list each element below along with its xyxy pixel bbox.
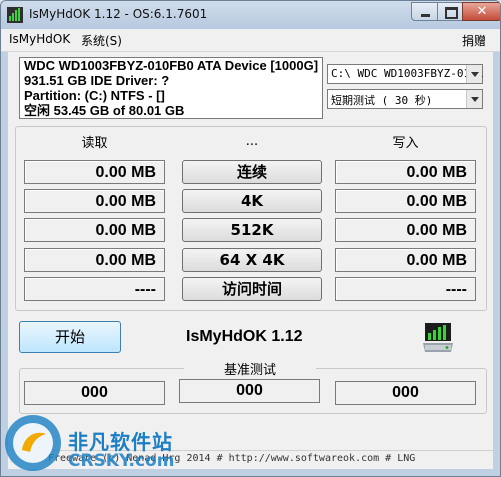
minimize-button[interactable] — [411, 2, 438, 21]
drive-select[interactable]: C:\ WDC WD1003FBYZ-0101 — [327, 64, 483, 84]
write-64x4k-value: 0.00 MB — [335, 248, 476, 272]
start-button[interactable]: 开始 — [19, 321, 121, 353]
read-512k-value: 0.00 MB — [24, 218, 165, 242]
drive-select-value: C:\ WDC WD1003FBYZ-0101 — [331, 67, 484, 80]
close-icon: ✕ — [476, 4, 488, 19]
write-512k-value: 0.00 MB — [335, 218, 476, 242]
read-access-time-value: ---- — [24, 277, 165, 301]
app-icon — [7, 7, 23, 23]
watermark-logo-icon — [5, 415, 61, 471]
drive-free-space: 空闲 53.45 GB of 80.01 GB — [24, 103, 185, 118]
middle-header: ... — [245, 134, 259, 149]
benchmark-read-score: 000 — [24, 381, 165, 405]
4k-test-button[interactable]: 4K — [182, 189, 322, 213]
chevron-down-icon[interactable] — [466, 65, 482, 83]
sequential-test-button[interactable]: 连续 — [182, 160, 322, 184]
benchmark-write-score: 000 — [335, 381, 476, 405]
main-panel: WDC WD1003FBYZ-010FB0 ATA Device [1000G]… — [8, 52, 493, 468]
app-window: IsMyHdOK 1.12 - OS:6.1.7601 ✕ IsMyHdOK 系… — [0, 0, 501, 477]
menu-bar: IsMyHdOK 系统(S) 捐赠 — [1, 29, 500, 52]
write-access-time-value: ---- — [335, 277, 476, 301]
maximize-button[interactable] — [437, 2, 463, 21]
read-4k-value: 0.00 MB — [24, 189, 165, 213]
drive-model: WDC WD1003FBYZ-010FB0 ATA Device [1000G] — [24, 58, 319, 73]
title-bar[interactable]: IsMyHdOK 1.12 - OS:6.1.7601 ✕ — [1, 1, 500, 29]
64x4k-test-button[interactable]: 64 X 4K — [182, 248, 322, 272]
app-name-label: IsMyHdOK 1.12 — [186, 328, 303, 345]
watermark-url: CRSKY.com — [68, 451, 175, 471]
read-64x4k-value: 0.00 MB — [24, 248, 165, 272]
benchmark-label: 基准测试 — [184, 359, 316, 378]
512k-test-button[interactable]: 512K — [182, 218, 322, 242]
test-mode-select[interactable]: 短期测试 ( 30 秒) — [327, 89, 483, 109]
drive-size: 931.51 GB IDE Driver: ? — [24, 73, 170, 88]
drive-partition: Partition: (C:) NTFS - [] — [24, 88, 165, 103]
drive-info-box: WDC WD1003FBYZ-010FB0 ATA Device [1000G]… — [19, 57, 323, 119]
read-header: 读取 — [81, 136, 108, 151]
write-sequential-value: 0.00 MB — [335, 160, 476, 184]
close-button[interactable]: ✕ — [462, 2, 500, 21]
menu-ismyhdok[interactable]: IsMyHdOK — [9, 32, 70, 46]
test-mode-value: 短期测试 ( 30 秒) — [331, 94, 433, 107]
menu-donate[interactable]: 捐赠 — [462, 32, 486, 49]
read-sequential-value: 0.00 MB — [24, 160, 165, 184]
benchmark-middle-score: 000 — [179, 379, 320, 403]
access-time-button[interactable]: 访问时间 — [182, 277, 322, 301]
hard-drive-icon — [423, 323, 453, 352]
write-4k-value: 0.00 MB — [335, 189, 476, 213]
menu-system[interactable]: 系统(S) — [81, 32, 122, 49]
window-title: IsMyHdOK 1.12 - OS:6.1.7601 — [29, 7, 208, 21]
chevron-down-icon[interactable] — [466, 90, 482, 108]
write-header: 写入 — [392, 136, 419, 151]
